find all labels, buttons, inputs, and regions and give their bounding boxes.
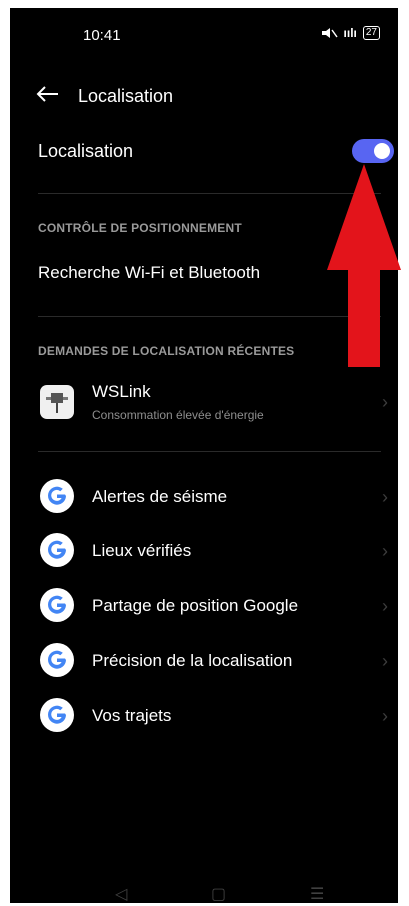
wslink-name: WSLink (92, 382, 151, 401)
wslink-app-icon (40, 385, 74, 419)
nav-recent-icon[interactable]: ☰ (310, 884, 324, 903)
google-icon (40, 643, 74, 677)
status-time: 10:41 (83, 27, 121, 44)
nav-home-icon[interactable]: ▢ (211, 884, 226, 903)
google-icon (40, 698, 74, 732)
chevron-right-icon: › (382, 706, 388, 726)
top-app-bar: Localisation (10, 78, 398, 118)
google-icon (40, 588, 74, 622)
service-label: Partage de position Google (92, 596, 299, 615)
nav-back-icon[interactable]: ◁ (115, 884, 127, 903)
chevron-right-icon: › (382, 651, 388, 671)
service-label: Alertes de séisme (92, 487, 228, 506)
chevron-right-icon: › (382, 487, 388, 507)
battery-icon: 27 (362, 26, 380, 40)
location-toggle[interactable] (352, 139, 394, 163)
service-label: Vos trajets (92, 706, 172, 725)
wifi-bluetooth-scanning[interactable]: Recherche Wi-Fi et Bluetooth (38, 263, 260, 283)
section-title-recent: DEMANDES DE LOCALISATION RÉCENTES (38, 344, 295, 358)
service-label: Précision de la localisation (92, 651, 293, 670)
red-arrow-annotation (327, 164, 401, 367)
status-icons: ıılı 27 (320, 26, 380, 40)
google-icon (40, 533, 74, 567)
google-icon (40, 479, 74, 513)
status-bar: 10:41 ıılı 27 (10, 22, 398, 52)
divider (38, 451, 381, 452)
mute-icon (321, 28, 338, 38)
location-toggle-label: Localisation (38, 141, 134, 161)
toggle-knob (374, 143, 390, 159)
back-arrow-icon[interactable] (36, 84, 60, 104)
chevron-right-icon: › (382, 596, 388, 616)
phone-screen: 10:41 ıılı 27 Localisation Localisation … (10, 8, 398, 903)
signal-icon: ıılı (343, 26, 357, 40)
chevron-right-icon: › (382, 392, 388, 412)
section-title-control: CONTRÔLE DE POSITIONNEMENT (38, 221, 242, 235)
wslink-detail: Consommation élevée d'énergie (92, 408, 264, 422)
chevron-right-icon: › (382, 541, 388, 561)
service-label: Lieux vérifiés (92, 541, 192, 560)
page-title: Localisation (78, 86, 174, 106)
